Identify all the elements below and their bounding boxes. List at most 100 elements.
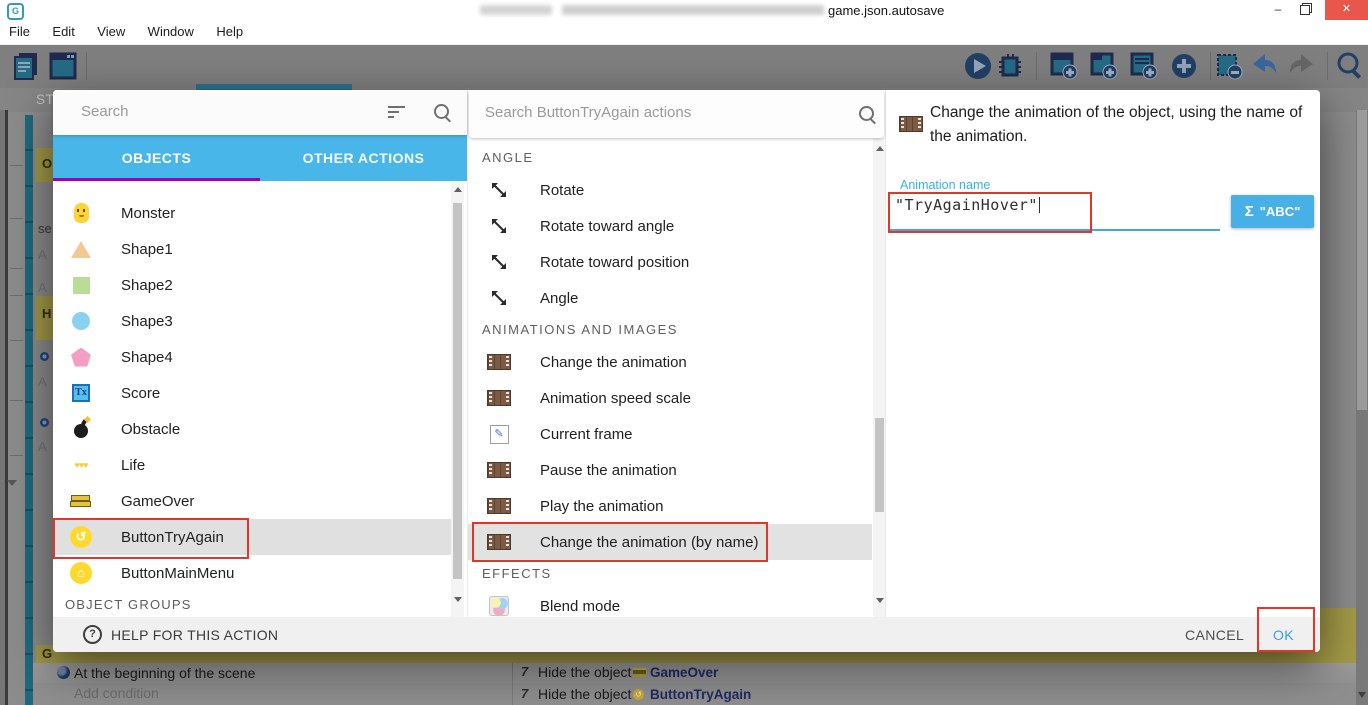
add-comment-icon[interactable] xyxy=(1129,51,1159,81)
menu-help[interactable]: Help xyxy=(207,20,252,44)
ok-button[interactable]: OK xyxy=(1273,627,1294,643)
add-subevent-icon[interactable] xyxy=(1089,51,1119,81)
actions-list: ANGLE Rotate Rotate toward angle Rotate … xyxy=(468,138,886,617)
hide-action-icon: 7 xyxy=(521,686,528,701)
events-panel-border xyxy=(5,110,8,705)
scroll-up-arrow[interactable] xyxy=(454,187,462,192)
object-row-buttontryagain[interactable]: ↺ButtonTryAgain xyxy=(53,519,451,555)
rotate-icon xyxy=(487,180,511,200)
action-row-change-animation[interactable]: Change the animation xyxy=(468,344,872,380)
menu-file[interactable]: File xyxy=(0,20,39,44)
film-icon xyxy=(487,462,511,478)
tree-collapse-caret[interactable] xyxy=(7,480,17,486)
dialog-tabs: OBJECTS OTHER ACTIONS xyxy=(53,135,467,181)
objects-scrollbar-thumb[interactable] xyxy=(453,203,462,579)
object-groups-header: OBJECT GROUPS xyxy=(65,597,467,612)
menu-window[interactable]: Window xyxy=(139,20,203,44)
action-config-panel: Change the animation of the object, usin… xyxy=(885,90,1320,617)
scroll-down-arrow[interactable] xyxy=(454,597,462,602)
action-row-angle[interactable]: Angle xyxy=(468,280,872,316)
event-text-fragment: se xyxy=(38,221,52,236)
add-icon[interactable] xyxy=(1169,51,1199,81)
cancel-button[interactable]: CANCEL xyxy=(1185,627,1244,643)
object-row-shape2[interactable]: Shape2 xyxy=(53,267,451,303)
buttontryagain-object-icon: ↺ xyxy=(633,689,644,700)
action-row-blend-mode[interactable]: Blend mode xyxy=(468,588,872,617)
condition-action-divider xyxy=(512,663,513,705)
hide-action-icon: 7 xyxy=(521,664,528,679)
redo-icon[interactable] xyxy=(1287,51,1317,81)
filter-icon[interactable] xyxy=(388,106,406,118)
search-icon xyxy=(434,104,449,119)
toolbar-separator xyxy=(1210,52,1211,80)
redacted-path xyxy=(562,5,824,15)
event-text-fragment: A xyxy=(38,374,47,389)
action-text: Hide the object xyxy=(538,664,631,680)
play-icon[interactable] xyxy=(963,51,993,81)
rotate-icon xyxy=(487,288,511,308)
menu-view[interactable]: View xyxy=(88,20,134,44)
film-icon xyxy=(487,534,511,550)
action-row-play-animation[interactable]: Play the animation xyxy=(468,488,872,524)
events-scrollbar-thumb[interactable] xyxy=(1357,110,1367,410)
object-row-monster[interactable]: Monster xyxy=(53,195,451,231)
tab-other-actions[interactable]: OTHER ACTIONS xyxy=(260,135,467,181)
scroll-down-arrow[interactable] xyxy=(1358,692,1366,698)
comment-letter: G xyxy=(42,646,52,661)
scroll-up-arrow[interactable] xyxy=(876,146,884,151)
objects-scrollbar[interactable] xyxy=(451,181,464,617)
minimize-button[interactable]: – xyxy=(1266,0,1290,20)
object-row-score[interactable]: TxScore xyxy=(53,375,451,411)
action-row-animation-speed[interactable]: Animation speed scale xyxy=(468,380,872,416)
debug-icon[interactable] xyxy=(995,51,1025,81)
scene-window-icon[interactable] xyxy=(48,51,78,81)
object-row-obstacle[interactable]: Obstacle xyxy=(53,411,451,447)
scroll-down-arrow[interactable] xyxy=(876,598,884,603)
event-text-fragment: A xyxy=(38,280,47,295)
expression-editor-button[interactable]: Σ"ABC" xyxy=(1231,195,1314,228)
bomb-icon xyxy=(69,417,93,441)
app-logo-icon: G xyxy=(7,3,24,20)
object-row-shape1[interactable]: Shape1 xyxy=(53,231,451,267)
undo-icon[interactable] xyxy=(1249,51,1279,81)
animation-name-input[interactable]: "TryAgainHover" xyxy=(895,196,1040,214)
tab-objects[interactable]: OBJECTS xyxy=(53,135,260,181)
action-search-field[interactable]: Search ButtonTryAgain actions xyxy=(469,90,884,138)
pentagon-icon xyxy=(69,345,93,369)
action-row-change-animation-by-name[interactable]: Change the animation (by name) xyxy=(468,524,872,560)
search-toolbar-icon[interactable] xyxy=(1335,51,1365,81)
object-search-field[interactable]: Search xyxy=(53,90,467,135)
objects-panel: Search OBJECTS OTHER ACTIONS Monster Sha… xyxy=(53,90,467,617)
action-row-current-frame[interactable]: ✎Current frame xyxy=(468,416,872,452)
action-object-name: GameOver xyxy=(650,665,718,680)
object-row-gameover[interactable]: GameOver xyxy=(53,483,451,519)
blend-mode-icon xyxy=(487,596,511,616)
actions-scrollbar-thumb[interactable] xyxy=(875,418,884,512)
action-row-rotate-toward-position[interactable]: Rotate toward position xyxy=(468,244,872,280)
add-event-icon[interactable] xyxy=(1049,51,1079,81)
help-icon: ? xyxy=(83,625,102,644)
action-row-rotate-toward-angle[interactable]: Rotate toward angle xyxy=(468,208,872,244)
action-row-pause-animation[interactable]: Pause the animation xyxy=(468,452,872,488)
object-row-shape3[interactable]: Shape3 xyxy=(53,303,451,339)
restore-button[interactable] xyxy=(1293,0,1317,20)
film-icon xyxy=(487,390,511,406)
action-row-rotate[interactable]: Rotate xyxy=(468,172,872,208)
toolbar-separator xyxy=(1036,52,1037,80)
object-row-buttonmainmenu[interactable]: ⌂ButtonMainMenu xyxy=(53,555,451,591)
help-link[interactable]: HELP FOR THIS ACTION xyxy=(111,627,278,643)
tree-tick xyxy=(10,218,23,219)
title-bar: G game.json.autosave – ✕ xyxy=(0,0,1368,20)
tree-tick xyxy=(10,295,23,296)
monster-icon xyxy=(69,201,93,225)
close-button[interactable]: ✕ xyxy=(1325,0,1368,20)
object-row-shape4[interactable]: Shape4 xyxy=(53,339,451,375)
delete-icon[interactable] xyxy=(1214,51,1244,81)
menu-edit[interactable]: Edit xyxy=(43,20,83,44)
scene-begin-icon xyxy=(57,666,70,679)
film-icon xyxy=(487,354,511,370)
triangle-icon xyxy=(69,237,93,261)
project-manager-icon[interactable] xyxy=(12,51,42,81)
redacted-path xyxy=(480,5,552,15)
object-row-life[interactable]: ♥♥♥Life xyxy=(53,447,451,483)
